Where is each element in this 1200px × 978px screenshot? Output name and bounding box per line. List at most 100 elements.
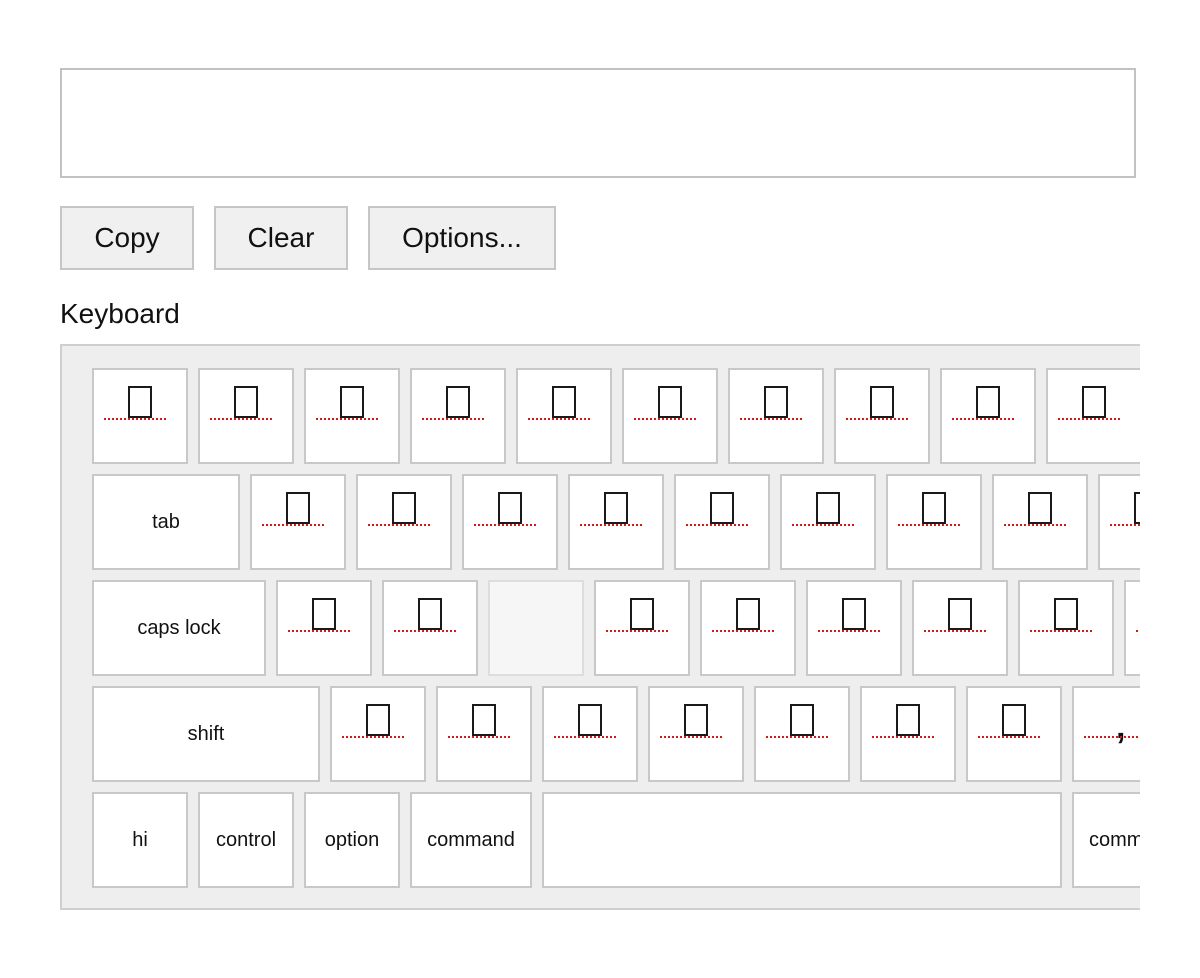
char-key[interactable]: [436, 686, 532, 782]
char-key[interactable]: [1098, 474, 1140, 570]
missing-glyph-icon: [842, 598, 866, 630]
missing-glyph-icon: [472, 704, 496, 736]
missing-glyph-icon: [1054, 598, 1078, 630]
copy-button[interactable]: Copy: [60, 206, 194, 270]
dotted-underline: [924, 630, 986, 632]
dotted-underline: [210, 418, 272, 420]
char-key[interactable]: [940, 368, 1036, 464]
missing-glyph-icon: [286, 492, 310, 524]
char-key[interactable]: [992, 474, 1088, 570]
char-key[interactable]: [356, 474, 452, 570]
char-key[interactable]: [594, 580, 690, 676]
char-key[interactable]: [886, 474, 982, 570]
dotted-underline: [1136, 630, 1140, 632]
command-key-right[interactable]: comm: [1072, 792, 1140, 888]
char-key[interactable]: [966, 686, 1062, 782]
missing-glyph-icon: [976, 386, 1000, 418]
char-key[interactable]: [542, 686, 638, 782]
dotted-underline: [368, 524, 430, 526]
dotted-underline: [1110, 524, 1140, 526]
char-key[interactable]: [860, 686, 956, 782]
char-key[interactable]: [198, 368, 294, 464]
hi-key[interactable]: hi: [92, 792, 188, 888]
dotted-underline: [528, 418, 590, 420]
char-key[interactable]: [410, 368, 506, 464]
dotted-underline: [1004, 524, 1066, 526]
char-key[interactable]: [276, 580, 372, 676]
char-key[interactable]: [1046, 368, 1140, 464]
options-button[interactable]: Options...: [368, 206, 556, 270]
char-key[interactable]: [462, 474, 558, 570]
dotted-underline: [792, 524, 854, 526]
missing-glyph-icon: [446, 386, 470, 418]
char-key[interactable]: [304, 368, 400, 464]
char-key[interactable]: [568, 474, 664, 570]
dotted-underline: [1058, 418, 1120, 420]
dotted-underline: [818, 630, 880, 632]
missing-glyph-icon: [128, 386, 152, 418]
missing-glyph-icon: [870, 386, 894, 418]
char-key[interactable]: [516, 368, 612, 464]
dotted-underline: [422, 418, 484, 420]
char-key[interactable]: [382, 580, 478, 676]
char-key[interactable]: [728, 368, 824, 464]
caps-lock-key[interactable]: caps lock: [92, 580, 266, 676]
missing-glyph-icon: [312, 598, 336, 630]
missing-glyph-icon: [948, 598, 972, 630]
missing-glyph-icon: [578, 704, 602, 736]
tab-key[interactable]: tab: [92, 474, 240, 570]
char-key[interactable]: [674, 474, 770, 570]
dotted-underline: [554, 736, 616, 738]
dotted-underline: [342, 736, 404, 738]
dotted-underline: [898, 524, 960, 526]
missing-glyph-icon: [1002, 704, 1026, 736]
option-key[interactable]: option: [304, 792, 400, 888]
dotted-underline: [952, 418, 1014, 420]
shift-key[interactable]: shift: [92, 686, 320, 782]
missing-glyph-icon: [392, 492, 416, 524]
char-key[interactable]: [648, 686, 744, 782]
missing-glyph-icon: [896, 704, 920, 736]
command-key-left[interactable]: command: [410, 792, 532, 888]
hi-key-label: hi: [132, 828, 148, 851]
missing-glyph-icon: [736, 598, 760, 630]
char-key[interactable]: [1018, 580, 1114, 676]
dotted-underline: [448, 736, 510, 738]
tab-key-label: tab: [152, 510, 180, 533]
blank-key: [488, 580, 584, 676]
clear-button[interactable]: Clear: [214, 206, 348, 270]
char-key[interactable]: [700, 580, 796, 676]
shift-key-label: shift: [187, 722, 225, 745]
char-key[interactable]: [780, 474, 876, 570]
missing-glyph-icon: [340, 386, 364, 418]
dotted-underline: [686, 524, 748, 526]
missing-glyph-icon: [684, 704, 708, 736]
missing-glyph-icon: [366, 704, 390, 736]
missing-glyph-icon: [710, 492, 734, 524]
missing-glyph-icon: [418, 598, 442, 630]
space-key[interactable]: [542, 792, 1062, 888]
char-key[interactable]: [754, 686, 850, 782]
char-key[interactable]: [806, 580, 902, 676]
char-key[interactable]: [622, 368, 718, 464]
control-key[interactable]: control: [198, 792, 294, 888]
comma-key[interactable]: ,: [1072, 686, 1140, 782]
dotted-underline: [606, 630, 668, 632]
dotted-underline: [846, 418, 908, 420]
keyboard-app: Copy Clear Options... Keyboard tab caps …: [0, 0, 1200, 978]
keyboard-heading: Keyboard: [60, 298, 180, 329]
dotted-underline: [1084, 736, 1140, 738]
char-key[interactable]: [330, 686, 426, 782]
char-key[interactable]: [912, 580, 1008, 676]
missing-glyph-icon: [922, 492, 946, 524]
dotted-underline: [766, 736, 828, 738]
missing-glyph-icon: [790, 704, 814, 736]
caps-lock-key-label: caps lock: [137, 616, 221, 639]
char-key[interactable]: [1124, 580, 1140, 676]
output-textarea[interactable]: [60, 68, 1136, 178]
comma-key-label: ,: [1116, 708, 1126, 746]
char-key[interactable]: [834, 368, 930, 464]
dotted-underline: [740, 418, 802, 420]
char-key[interactable]: [92, 368, 188, 464]
char-key[interactable]: [250, 474, 346, 570]
